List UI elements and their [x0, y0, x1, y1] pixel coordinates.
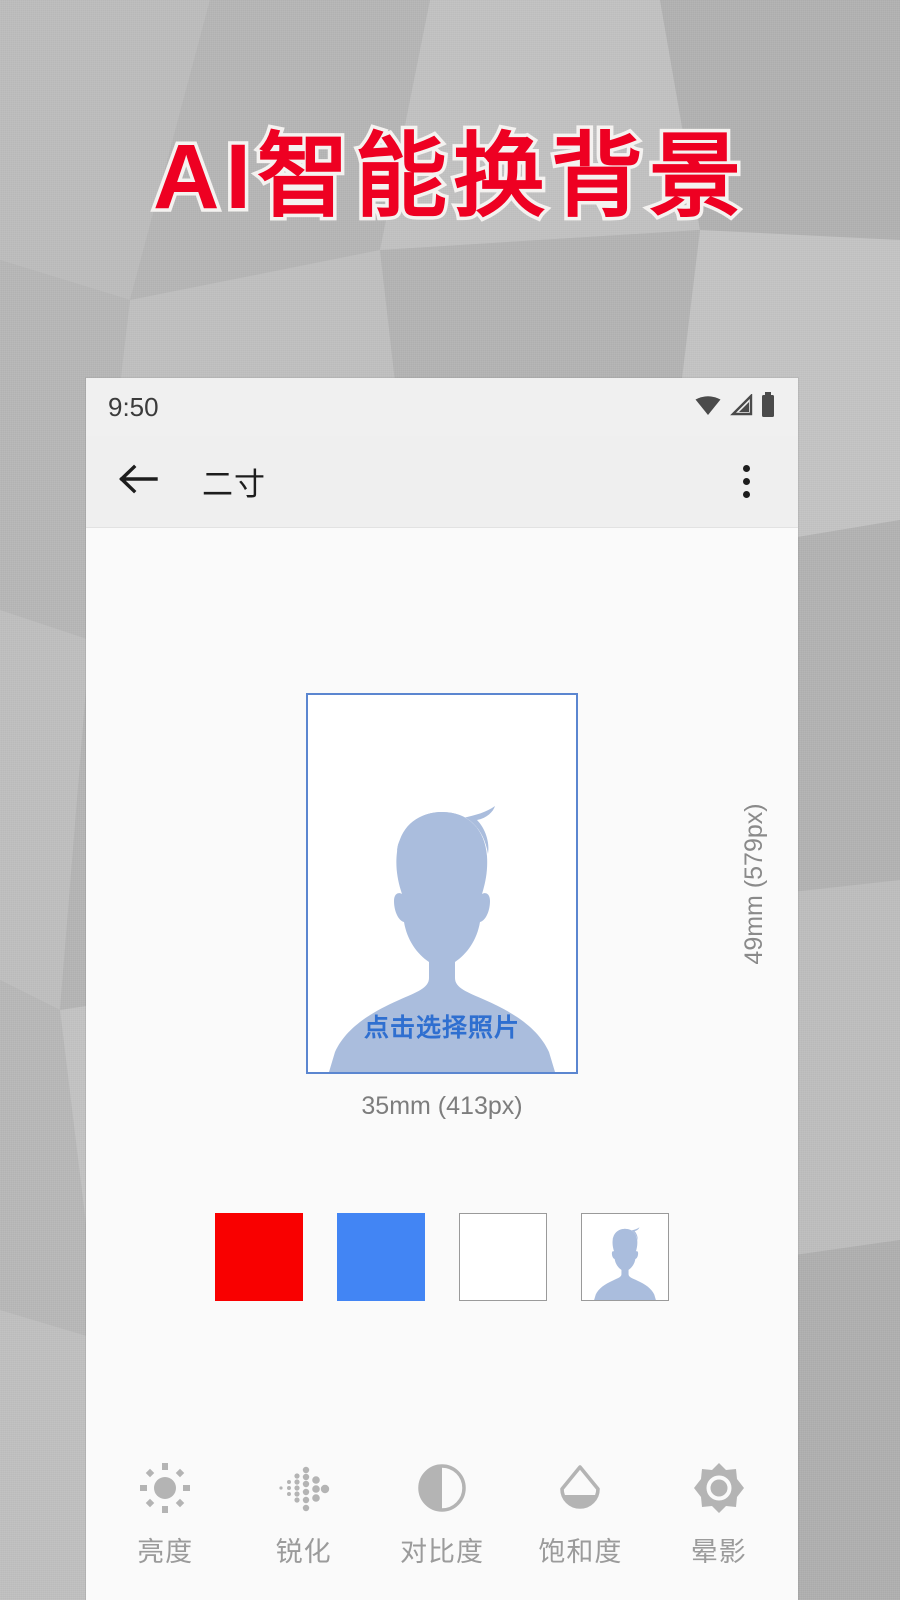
status-bar-icons	[694, 391, 776, 423]
app-bar: 二寸	[86, 436, 798, 528]
page-title: 二寸	[202, 467, 266, 502]
photo-picker-hint: 点击选择照片	[363, 1014, 520, 1042]
vignette-gear-icon	[693, 1462, 745, 1514]
overflow-menu-button[interactable]	[718, 454, 774, 510]
tool-label: 饱和度	[538, 1536, 623, 1567]
brightness-sun-icon	[139, 1462, 191, 1514]
battery-icon	[760, 391, 776, 423]
more-vertical-icon-dot	[742, 478, 750, 485]
tool-vignette[interactable]: 晕影	[653, 1462, 785, 1569]
contrast-circle-icon	[416, 1462, 468, 1514]
more-vertical-icon-dot	[742, 491, 750, 498]
photo-area: 点击选择照片 49mm (579px) 35mm (413px)	[86, 693, 798, 1120]
person-silhouette-icon	[594, 1227, 656, 1300]
saturation-droplet-icon	[554, 1462, 606, 1514]
tool-label: 亮度	[137, 1536, 194, 1567]
tool-contrast[interactable]: 对比度	[376, 1462, 508, 1569]
photo-height-label: 49mm (579px)	[740, 802, 769, 965]
tool-label: 晕影	[690, 1536, 747, 1567]
photo-width-label: 35mm (413px)	[361, 1092, 523, 1120]
tool-saturation[interactable]: 饱和度	[514, 1462, 646, 1569]
tool-sharpen[interactable]: 锐化	[238, 1462, 370, 1569]
swatch-white[interactable]	[459, 1213, 547, 1301]
back-button[interactable]	[110, 454, 166, 510]
promo-headline: AI智能换背景	[149, 124, 747, 231]
more-vertical-icon-dot	[742, 465, 750, 472]
status-bar: 9:50	[86, 378, 798, 436]
swatch-blue[interactable]	[337, 1213, 425, 1301]
status-bar-time: 9:50	[108, 391, 159, 422]
arrow-left-icon	[118, 462, 158, 501]
tool-label: 对比度	[399, 1536, 484, 1567]
adjust-toolbar: 亮度 锐化 对比度 饱和度 晕影	[86, 1438, 798, 1600]
swatch-red[interactable]	[215, 1213, 303, 1301]
phone-screen: 9:50 二寸 点击选择照片 49mm (579px) 35mm (413px)…	[86, 378, 798, 1600]
photo-picker[interactable]: 点击选择照片	[306, 693, 578, 1074]
cellular-signal-icon	[729, 392, 753, 421]
editor-content: 点击选择照片 49mm (579px) 35mm (413px) 亮度 锐化 对…	[86, 528, 798, 1600]
background-color-swatches	[86, 1213, 798, 1301]
tool-label: 锐化	[275, 1536, 332, 1567]
wifi-icon	[694, 394, 722, 421]
photo-frame-wrapper: 点击选择照片 49mm (579px) 35mm (413px)	[306, 693, 768, 1120]
tool-brightness[interactable]: 亮度	[99, 1462, 231, 1569]
swatch-original-preview[interactable]	[581, 1213, 669, 1301]
sharpen-dots-icon	[278, 1462, 330, 1514]
